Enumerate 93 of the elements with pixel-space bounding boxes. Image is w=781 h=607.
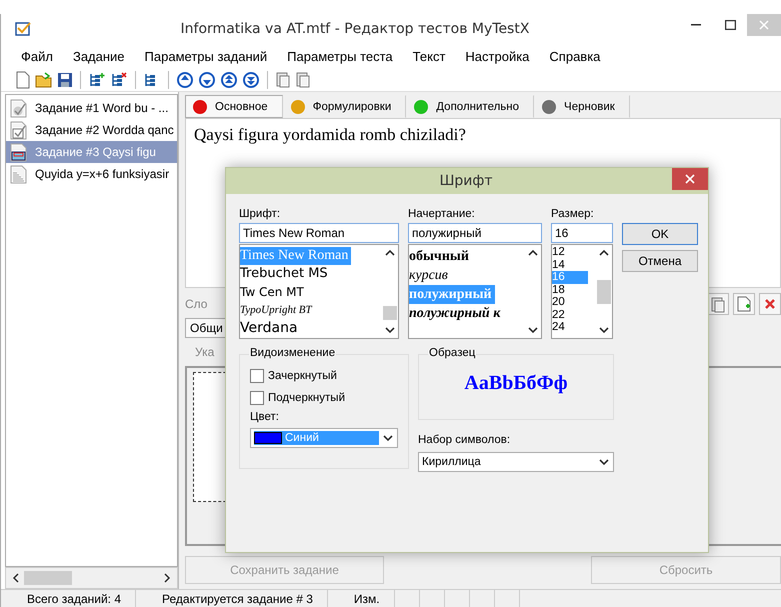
list-item[interactable]: Trebuchet MS <box>240 265 331 283</box>
menu-item[interactable]: Файл <box>21 48 53 64</box>
task-item[interactable]: Quyida y=x+6 funksiyasir <box>6 163 177 185</box>
field-label: Размер: <box>551 208 595 222</box>
delete-tree-icon[interactable] <box>110 72 128 88</box>
cancel-button[interactable]: Отмена <box>622 250 698 272</box>
menu-item[interactable]: Параметры заданий <box>144 48 268 64</box>
paste-icon[interactable] <box>295 71 311 88</box>
checkmark-document-icon <box>10 98 27 118</box>
add-document-icon <box>737 296 751 312</box>
scrollbar-thumb[interactable] <box>382 306 396 320</box>
charset-dropdown[interactable]: Кириллица <box>418 452 614 472</box>
group-label: Образец <box>428 347 476 359</box>
chevron-down-icon[interactable] <box>598 327 608 334</box>
dialog-title: Шрифт <box>438 173 494 189</box>
delete-button[interactable] <box>759 293 781 315</box>
field-label: Цвет: <box>250 411 280 425</box>
rectangle-document-icon <box>10 142 27 162</box>
chevron-down-icon[interactable] <box>528 327 538 334</box>
chevron-left-icon[interactable] <box>12 573 20 583</box>
chevron-up-icon[interactable] <box>384 249 394 256</box>
checkbox-label: Подчеркнутый <box>268 392 345 404</box>
chevron-down-icon[interactable] <box>599 458 609 466</box>
field-label: Шрифт: <box>239 208 282 222</box>
status-text: Изм. <box>328 590 395 607</box>
menu-item[interactable]: Настройка <box>465 48 530 64</box>
sample-text: AaBbБбФф <box>464 372 568 394</box>
list-item[interactable]: 20 <box>552 296 588 308</box>
status-text: Всего заданий: 4 <box>1 590 136 607</box>
size-field[interactable]: 16 <box>551 223 613 243</box>
app-icon <box>15 21 31 37</box>
list-item[interactable]: обычный <box>409 247 472 266</box>
checkbox[interactable] <box>250 391 264 405</box>
add-tree-icon[interactable] <box>88 72 106 88</box>
minimize-icon <box>691 24 701 26</box>
chevron-down-icon[interactable] <box>383 434 393 442</box>
tab[interactable]: Основное <box>185 95 283 118</box>
field-label: Начертание: <box>408 208 476 222</box>
task-item[interactable]: Задание #2 Wordda qanc <box>6 119 177 141</box>
arrow-up-icon[interactable] <box>176 70 194 88</box>
list-item[interactable]: 24 <box>552 321 588 334</box>
scrollbar-thumb[interactable] <box>596 280 610 304</box>
field-label: Набор символов: <box>418 434 512 448</box>
group-label: Видоизменение <box>249 347 336 359</box>
menu-item[interactable]: Параметры теста <box>287 48 393 64</box>
chevron-up-icon[interactable] <box>598 249 608 256</box>
save-icon[interactable] <box>57 72 73 88</box>
list-item[interactable]: 14 <box>552 258 588 271</box>
size-list[interactable]: 12 14 16 18 20 22 24 <box>551 244 613 339</box>
list-item[interactable]: курсив <box>409 266 451 285</box>
copy-icon[interactable] <box>275 71 291 88</box>
arrow-top-icon[interactable] <box>220 70 238 88</box>
close-button[interactable] <box>672 168 708 190</box>
list-item[interactable]: Verdana <box>240 319 301 337</box>
checkbox[interactable] <box>250 369 264 383</box>
hint-label: Ука <box>194 345 214 359</box>
arrow-bottom-icon[interactable] <box>242 70 260 88</box>
folder-icon[interactable] <box>35 72 53 88</box>
arrow-down-icon[interactable] <box>198 70 216 88</box>
lines-document-icon <box>10 164 27 184</box>
window-title: Informatika va AT.mtf - Редактор тестов MyTestX <box>180 21 530 37</box>
status-text: Редактируется задание # 3 <box>136 590 328 607</box>
menu-item[interactable]: Текст <box>412 48 446 64</box>
list-item[interactable]: 22 <box>552 308 588 321</box>
chevron-down-icon[interactable] <box>384 327 394 334</box>
menu-item[interactable]: Справка <box>549 48 600 64</box>
style-list[interactable]: обычный курсив полужирный полужирный к <box>408 244 542 339</box>
close-icon <box>759 20 769 30</box>
horizontal-scrollbar[interactable] <box>5 567 178 589</box>
new-document-icon[interactable] <box>15 70 31 88</box>
tab[interactable]: Формулировки <box>282 95 406 118</box>
font-list[interactable]: Times New Roman Trebuchet MS Tw Cen MT TypoUpright BT Verdana <box>239 244 399 339</box>
list-item[interactable]: TypoUpright BT <box>240 301 315 319</box>
list-item[interactable]: Tw Cen MT <box>240 283 307 301</box>
list-item[interactable]: 18 <box>552 284 588 296</box>
chevron-up-icon[interactable] <box>528 249 538 256</box>
add-document-button[interactable] <box>733 293 755 315</box>
question-text: Qaysi figura yordamida romb chiziladi? <box>194 125 466 144</box>
style-field[interactable]: полужирный <box>408 223 542 243</box>
scrollbar-thumb[interactable] <box>24 571 72 585</box>
ok-button[interactable]: OK <box>622 223 698 245</box>
close-icon <box>685 174 695 184</box>
chevron-right-icon[interactable] <box>163 573 171 583</box>
tab[interactable]: Общи <box>185 318 228 338</box>
list-item[interactable]: 12 <box>552 246 588 258</box>
checkbox-document-icon <box>10 120 27 140</box>
difficulty-label: Сло <box>185 297 208 311</box>
font-field[interactable]: Times New Roman <box>239 223 399 243</box>
list-item[interactable]: полужирный к <box>409 304 504 323</box>
menu-item[interactable]: Задание <box>72 48 125 64</box>
task-item[interactable]: Задание #1 Word bu - ... <box>6 97 177 119</box>
checkbox-label: Зачеркнутый <box>268 370 337 382</box>
maximize-icon <box>724 20 736 30</box>
